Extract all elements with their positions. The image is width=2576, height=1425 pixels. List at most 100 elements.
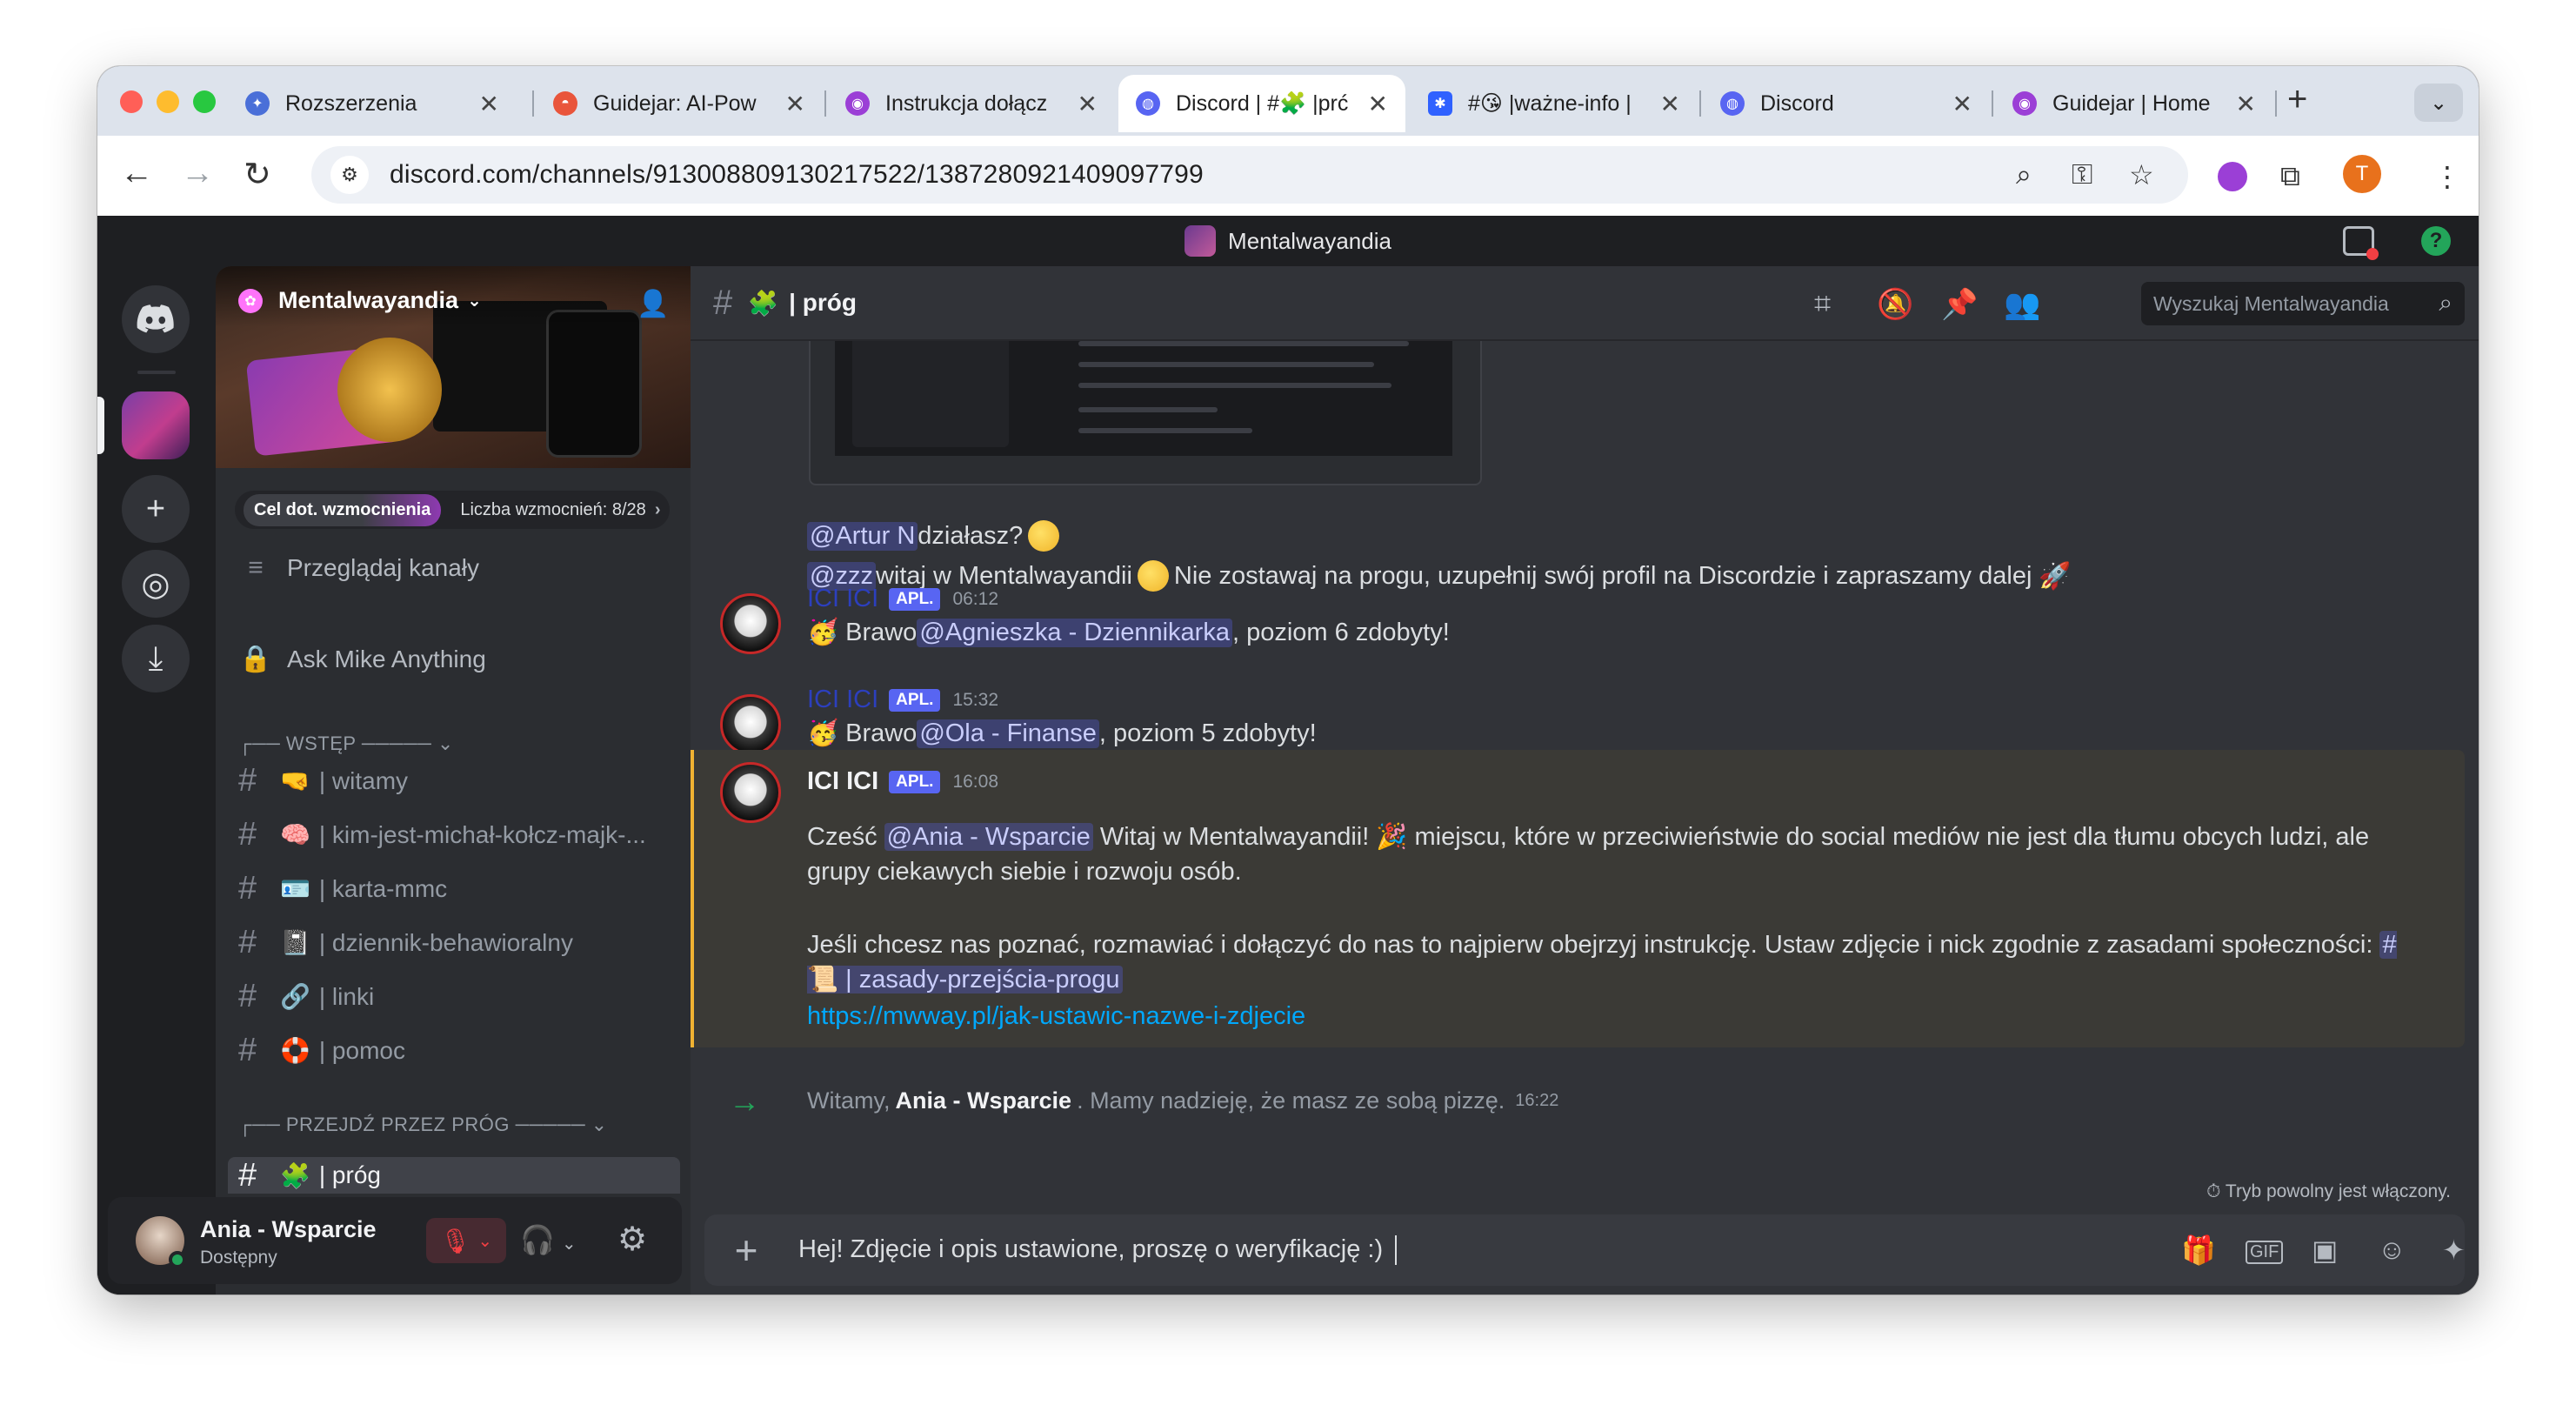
browse-channels-link[interactable]: ≡ Przeglądaj kanały <box>238 553 479 583</box>
sticker-icon[interactable]: ▣ <box>2312 1234 2338 1267</box>
gift-icon[interactable]: 🎁 <box>2181 1234 2216 1267</box>
user-name[interactable]: Ania - Wsparcie <box>200 1216 377 1243</box>
channel-ask-mike-anything[interactable]: 🔒 Ask Mike Anything <box>238 644 485 674</box>
message-paragraph: Jeśli chcesz nas poznać, rozmawiać i doł… <box>807 927 2425 997</box>
close-window-button[interactable] <box>120 90 143 113</box>
message-image-attachment[interactable] <box>809 341 1482 485</box>
pinned-messages-icon[interactable]: 📌 <box>1941 287 1978 322</box>
extensions-icon[interactable]: ⧉ <box>2280 160 2300 193</box>
channel-linki[interactable]: # 🔗 | linki <box>238 978 374 1015</box>
system-join-message: → Witamy, Ania - Wsparcie . Mamy nadziej… <box>729 1083 1558 1119</box>
inbox-icon[interactable] <box>2343 226 2379 260</box>
category-przejdz-przez-prog[interactable]: ┌── PRZEJDŹ PRZEZ PRÓG ───── ⌄ <box>238 1114 608 1136</box>
download-icon[interactable]: ⤓ <box>122 625 190 692</box>
message-composer[interactable]: + Hej! Zdjęcie i opis ustawione, proszę … <box>704 1214 2466 1286</box>
message-author[interactable]: ICI ICI <box>807 686 878 714</box>
message-link[interactable]: https://mwway.pl/jak-ustawic-nazwe-i-zdj… <box>807 1002 1305 1030</box>
tab-discord-prog[interactable]: ◍ Discord | #🧩 |prć ✕ <box>1118 75 1405 132</box>
discord-icon: ◍ <box>1720 91 1745 116</box>
close-tab-icon[interactable]: ✕ <box>785 90 805 118</box>
user-mention[interactable]: @Artur N <box>807 521 918 551</box>
search-input[interactable]: Wyszukaj Mentalwayandia ⌕ <box>2141 282 2465 325</box>
menu-icon[interactable]: ⋮ <box>2433 160 2461 193</box>
avatar[interactable] <box>720 762 781 823</box>
message-timestamp: 06:12 <box>952 588 999 609</box>
channel-karta-mmc[interactable]: # 🪪 | karta-mmc <box>238 870 447 907</box>
attachment-preview-sidebar <box>852 341 1009 447</box>
attachment-preview-line <box>1078 341 1409 346</box>
user-settings-icon[interactable]: ⚙ <box>617 1220 647 1259</box>
discover-compass-icon[interactable]: ◎ <box>122 550 190 618</box>
url-text[interactable]: discord.com/channels/913008809130217522/… <box>390 160 1204 190</box>
app-tag-badge: APL. <box>889 770 941 793</box>
attachment-preview-line <box>1078 428 1252 433</box>
help-icon[interactable]: ? <box>2421 226 2451 256</box>
tab-rozszerzenia[interactable]: ✦ Rozszerzenia ✕ <box>228 75 517 132</box>
emoji-picker-icon[interactable]: ☺ <box>2378 1234 2406 1266</box>
user-mention[interactable]: @Agnieszka - Dziennikarka <box>917 618 1232 647</box>
invite-people-icon[interactable]: 👤 <box>637 289 669 319</box>
close-tab-icon[interactable]: ✕ <box>2236 90 2256 118</box>
discord-home-icon[interactable] <box>122 285 190 353</box>
avatar[interactable] <box>720 694 781 755</box>
message-author[interactable]: ICI ICI <box>807 585 878 613</box>
avatar[interactable] <box>720 593 781 654</box>
zoom-icon[interactable]: ⌕ <box>2016 158 2032 191</box>
text-caret <box>1395 1235 1398 1266</box>
channel-emoji: 🧩 <box>280 1161 310 1189</box>
tab-search-button[interactable]: ⌄ <box>2414 84 2463 122</box>
tab-wazne-info[interactable]: ✱ #😘 |ważne-info | ✕ <box>1411 75 1698 132</box>
close-tab-icon[interactable]: ✕ <box>1952 90 1972 118</box>
reload-icon[interactable]: ↻ <box>244 155 271 194</box>
user-mention[interactable]: @Ania - Wsparcie <box>884 823 1093 851</box>
maximize-window-button[interactable] <box>193 90 216 113</box>
add-attachment-icon[interactable]: + <box>727 1228 765 1273</box>
address-bar[interactable]: ⚙ discord.com/channels/91300880913021752… <box>311 146 2188 204</box>
tab-guidejar-home[interactable]: ◉ Guidejar | Home ✕ <box>1995 75 2273 132</box>
bookmark-star-icon[interactable]: ☆ <box>2129 158 2154 191</box>
party-face-emoji-icon: 🥳 <box>807 619 839 646</box>
category-wstep[interactable]: ┌── WSTĘP ───── ⌄ <box>238 733 454 755</box>
minimize-window-button[interactable] <box>157 90 179 113</box>
tab-guidejar-ai[interactable]: ◓ Guidejar: AI-Pow ✕ <box>536 75 823 132</box>
threads-icon[interactable]: ⌗ <box>1814 287 1831 321</box>
close-tab-icon[interactable]: ✕ <box>1368 90 1388 118</box>
member-list-icon[interactable]: 👥 <box>2004 287 2040 322</box>
boost-progress-bar[interactable]: Cel dot. wzmocnienia Liczba wzmocnień: 8… <box>235 491 670 529</box>
gif-icon[interactable]: GIF <box>2246 1241 2284 1264</box>
tab-separator <box>532 90 534 117</box>
channel-emoji: 🪪 <box>280 875 310 902</box>
channel-dziennik-behawioralny[interactable]: # 📓 | dziennik-behawioralny <box>238 924 573 961</box>
message-author[interactable]: ICI ICI <box>807 767 878 796</box>
message-input[interactable]: Hej! Zdjęcie i opis ustawione, proszę o … <box>798 1235 1398 1266</box>
channel-name: | kim-jest-michał-kołcz-majk-... <box>318 820 646 848</box>
tab-discord[interactable]: ◍ Discord ✕ <box>1703 75 1990 132</box>
forward-icon[interactable]: → <box>181 155 214 192</box>
site-settings-icon[interactable]: ⚙ <box>330 156 369 194</box>
channel-kim-jest[interactable]: # 🧠 | kim-jest-michał-kołcz-majk-... <box>238 816 646 853</box>
add-server-icon[interactable]: + <box>122 475 190 543</box>
tab-instrukcja[interactable]: ◉ Instrukcja dołącz ✕ <box>828 75 1115 132</box>
close-tab-icon[interactable]: ✕ <box>1660 90 1680 118</box>
key-icon[interactable]: ⚿ <box>2072 158 2092 191</box>
new-tab-button[interactable]: + <box>2287 80 2307 119</box>
channel-witamy[interactable]: # 🤜 | witamy <box>238 762 408 799</box>
message-list[interactable]: @Artur N działasz? @zzz witaj w Mentalwa… <box>691 341 2479 1211</box>
system-user-name[interactable]: Ania - Wsparcie <box>896 1087 1072 1114</box>
guidejar-extension-icon[interactable] <box>2218 162 2247 191</box>
back-icon[interactable]: ← <box>120 155 153 192</box>
profile-avatar[interactable]: T <box>2343 155 2381 193</box>
channel-prog[interactable]: # 🧩 | próg <box>228 1157 680 1194</box>
close-tab-icon[interactable]: ✕ <box>479 90 499 118</box>
mute-button[interactable]: 🎙 ⌄ <box>426 1218 506 1263</box>
notifications-muted-icon[interactable]: 🔕 <box>1877 287 1913 322</box>
channel-pomoc[interactable]: # 🛟 | pomoc <box>238 1032 405 1069</box>
apps-icon[interactable]: ✦ <box>2442 1234 2466 1267</box>
server-name-dropdown[interactable]: ✿ Mentalwayandia ⌄ <box>238 287 482 314</box>
headphones-button[interactable]: 🎧 ⌄ <box>520 1223 577 1256</box>
server-mentalwayandia-icon[interactable] <box>122 391 190 459</box>
close-tab-icon[interactable]: ✕ <box>1078 90 1098 118</box>
user-mention[interactable]: @Ola - Finanse <box>917 719 1099 748</box>
attachment-preview <box>835 341 1452 456</box>
message-text: Brawo <box>845 719 918 747</box>
